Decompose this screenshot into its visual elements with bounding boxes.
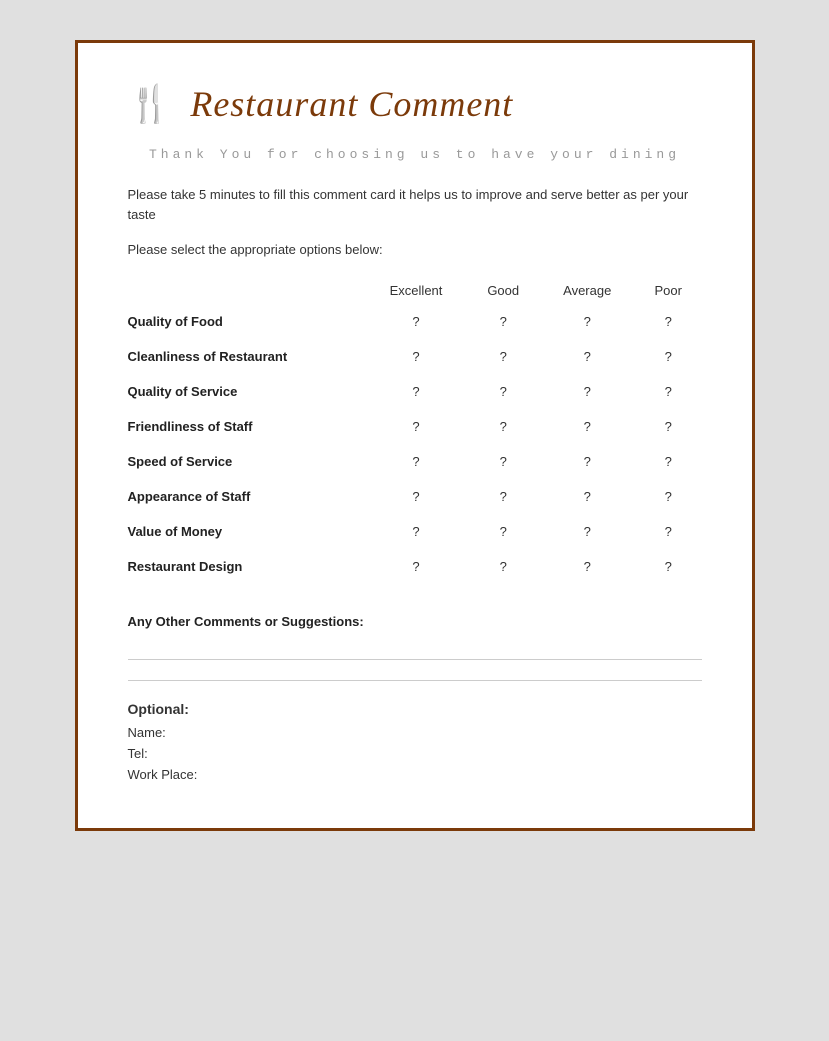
radio-good[interactable]: ?	[467, 409, 540, 444]
card-header: 🍴 Restaurant Comment	[128, 83, 702, 125]
table-row: Restaurant Design????	[128, 549, 702, 584]
radio-excellent[interactable]: ?	[365, 479, 467, 514]
comments-label: Any Other Comments or Suggestions:	[128, 614, 702, 629]
radio-good[interactable]: ?	[467, 514, 540, 549]
table-row: Value of Money????	[128, 514, 702, 549]
radio-poor[interactable]: ?	[635, 374, 702, 409]
rating-table: Excellent Good Average Poor Quality of F…	[128, 277, 702, 584]
radio-average[interactable]: ?	[540, 444, 635, 479]
divider	[128, 659, 702, 660]
col-poor: Poor	[635, 277, 702, 304]
row-label: Cleanliness of Restaurant	[128, 339, 366, 374]
radio-excellent[interactable]: ?	[365, 304, 467, 339]
radio-average[interactable]: ?	[540, 549, 635, 584]
row-label: Speed of Service	[128, 444, 366, 479]
row-label: Value of Money	[128, 514, 366, 549]
radio-good[interactable]: ?	[467, 479, 540, 514]
radio-poor[interactable]: ?	[635, 444, 702, 479]
description-text: Please take 5 minutes to fill this comme…	[128, 185, 702, 227]
radio-average[interactable]: ?	[540, 479, 635, 514]
optional-section: Optional: Name: Tel: Work Place:	[128, 701, 702, 782]
table-row: Speed of Service????	[128, 444, 702, 479]
radio-poor[interactable]: ?	[635, 479, 702, 514]
radio-poor[interactable]: ?	[635, 409, 702, 444]
optional-field: Name:	[128, 725, 702, 740]
table-row: Appearance of Staff????	[128, 479, 702, 514]
card-title: Restaurant Comment	[190, 83, 513, 125]
radio-excellent[interactable]: ?	[365, 339, 467, 374]
radio-good[interactable]: ?	[467, 444, 540, 479]
radio-good[interactable]: ?	[467, 304, 540, 339]
thank-you-text: Thank You for choosing us to have your d…	[128, 145, 702, 165]
radio-excellent[interactable]: ?	[365, 549, 467, 584]
radio-average[interactable]: ?	[540, 339, 635, 374]
radio-excellent[interactable]: ?	[365, 374, 467, 409]
radio-excellent[interactable]: ?	[365, 514, 467, 549]
radio-good[interactable]: ?	[467, 339, 540, 374]
radio-good[interactable]: ?	[467, 374, 540, 409]
optional-field: Tel:	[128, 746, 702, 761]
divider-2	[128, 680, 702, 681]
radio-poor[interactable]: ?	[635, 514, 702, 549]
instruction-text: Please select the appropriate options be…	[128, 242, 702, 257]
optional-title: Optional:	[128, 701, 702, 717]
row-label: Quality of Food	[128, 304, 366, 339]
table-row: Friendliness of Staff????	[128, 409, 702, 444]
fork-knife-icon: 🍴	[128, 86, 173, 122]
radio-average[interactable]: ?	[540, 514, 635, 549]
table-row: Quality of Food????	[128, 304, 702, 339]
radio-poor[interactable]: ?	[635, 549, 702, 584]
row-label: Friendliness of Staff	[128, 409, 366, 444]
radio-poor[interactable]: ?	[635, 339, 702, 374]
comments-section: Any Other Comments or Suggestions:	[128, 614, 702, 629]
radio-excellent[interactable]: ?	[365, 444, 467, 479]
row-label: Restaurant Design	[128, 549, 366, 584]
radio-average[interactable]: ?	[540, 304, 635, 339]
optional-field: Work Place:	[128, 767, 702, 782]
radio-good[interactable]: ?	[467, 549, 540, 584]
comment-card: 🍴 Restaurant Comment Thank You for choos…	[75, 40, 755, 831]
row-label: Quality of Service	[128, 374, 366, 409]
radio-average[interactable]: ?	[540, 374, 635, 409]
row-label: Appearance of Staff	[128, 479, 366, 514]
radio-average[interactable]: ?	[540, 409, 635, 444]
table-row: Cleanliness of Restaurant????	[128, 339, 702, 374]
col-good: Good	[467, 277, 540, 304]
col-excellent: Excellent	[365, 277, 467, 304]
radio-poor[interactable]: ?	[635, 304, 702, 339]
col-label	[128, 277, 366, 304]
table-row: Quality of Service????	[128, 374, 702, 409]
radio-excellent[interactable]: ?	[365, 409, 467, 444]
col-average: Average	[540, 277, 635, 304]
